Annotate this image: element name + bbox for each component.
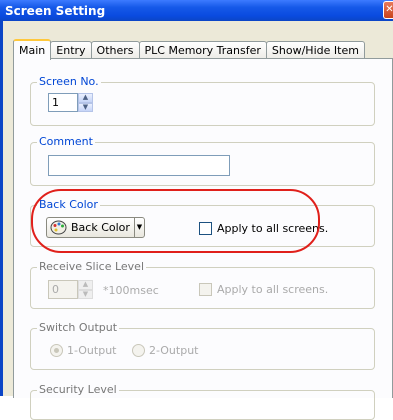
tab-others[interactable]: Others [90, 41, 140, 59]
tab-strip: Main Entry Others PLC Memory Transfer Sh… [13, 37, 365, 60]
radio-2-output: 2-Output [132, 344, 198, 357]
close-icon[interactable]: ✕ [383, 1, 393, 19]
group-screen-no: Screen No. 1 ▲ ▼ [30, 75, 375, 126]
back-color-button[interactable]: Back Color ▼ [46, 217, 145, 238]
radio-2-output-label: 2-Output [149, 344, 199, 357]
receive-slice-unit: *100msec [103, 284, 159, 297]
receive-slice-stepper: 0 ▲ ▼ [48, 280, 93, 299]
back-color-button-label: Back Color [71, 221, 130, 234]
group-back-color: Back Color Back Color ▼ Apply to all scr… [30, 198, 375, 247]
group-receive-slice-level: Receive Slice Level 0 ▲ ▼ *100msec Apply… [30, 260, 375, 309]
radio-1-output-label: 1-Output [67, 344, 117, 357]
tab-entry[interactable]: Entry [50, 41, 92, 59]
back-color-label: Back Color [37, 198, 100, 211]
screen-no-input[interactable]: 1 [48, 93, 78, 112]
receive-slice-apply-all-checkbox: Apply to all screens. [199, 283, 328, 296]
back-color-main-button[interactable]: Back Color [46, 217, 134, 238]
title-bar: Screen Setting ✕ [0, 0, 393, 21]
tab-main[interactable]: Main [13, 39, 52, 60]
checkbox-box [199, 283, 212, 296]
tab-plc-memory-transfer[interactable]: PLC Memory Transfer [138, 41, 267, 59]
radio-circle [50, 344, 63, 357]
checkbox-box[interactable] [199, 222, 212, 235]
comment-label: Comment [37, 135, 95, 148]
group-comment: Comment [30, 135, 375, 186]
spin-up-icon[interactable]: ▲ [78, 93, 93, 103]
security-level-label: Security Level [37, 383, 119, 396]
radio-circle [132, 344, 145, 357]
back-color-apply-all-checkbox[interactable]: Apply to all screens. [199, 222, 328, 235]
radio-1-output: 1-Output [50, 344, 116, 357]
comment-input[interactable] [48, 155, 230, 176]
chevron-down-icon[interactable]: ▼ [134, 217, 145, 238]
palette-icon [50, 220, 67, 235]
back-color-apply-all-label: Apply to all screens. [217, 222, 329, 235]
tab-show-hide-item[interactable]: Show/Hide Item [265, 41, 365, 59]
switch-output-label: Switch Output [37, 321, 120, 334]
screen-no-stepper[interactable]: 1 ▲ ▼ [48, 93, 93, 112]
group-switch-output: Switch Output 1-Output 2-Output [30, 321, 375, 370]
spin-down-icon[interactable]: ▼ [78, 102, 93, 112]
screen-no-label: Screen No. [37, 75, 101, 88]
spin-down-icon: ▼ [78, 289, 93, 299]
window-title: Screen Setting [5, 3, 106, 18]
spin-up-icon: ▲ [78, 280, 93, 290]
receive-slice-label: Receive Slice Level [37, 260, 147, 273]
group-security-level: Security Level [30, 383, 375, 420]
receive-slice-input: 0 [48, 280, 78, 299]
receive-slice-apply-all-label: Apply to all screens. [217, 283, 329, 296]
